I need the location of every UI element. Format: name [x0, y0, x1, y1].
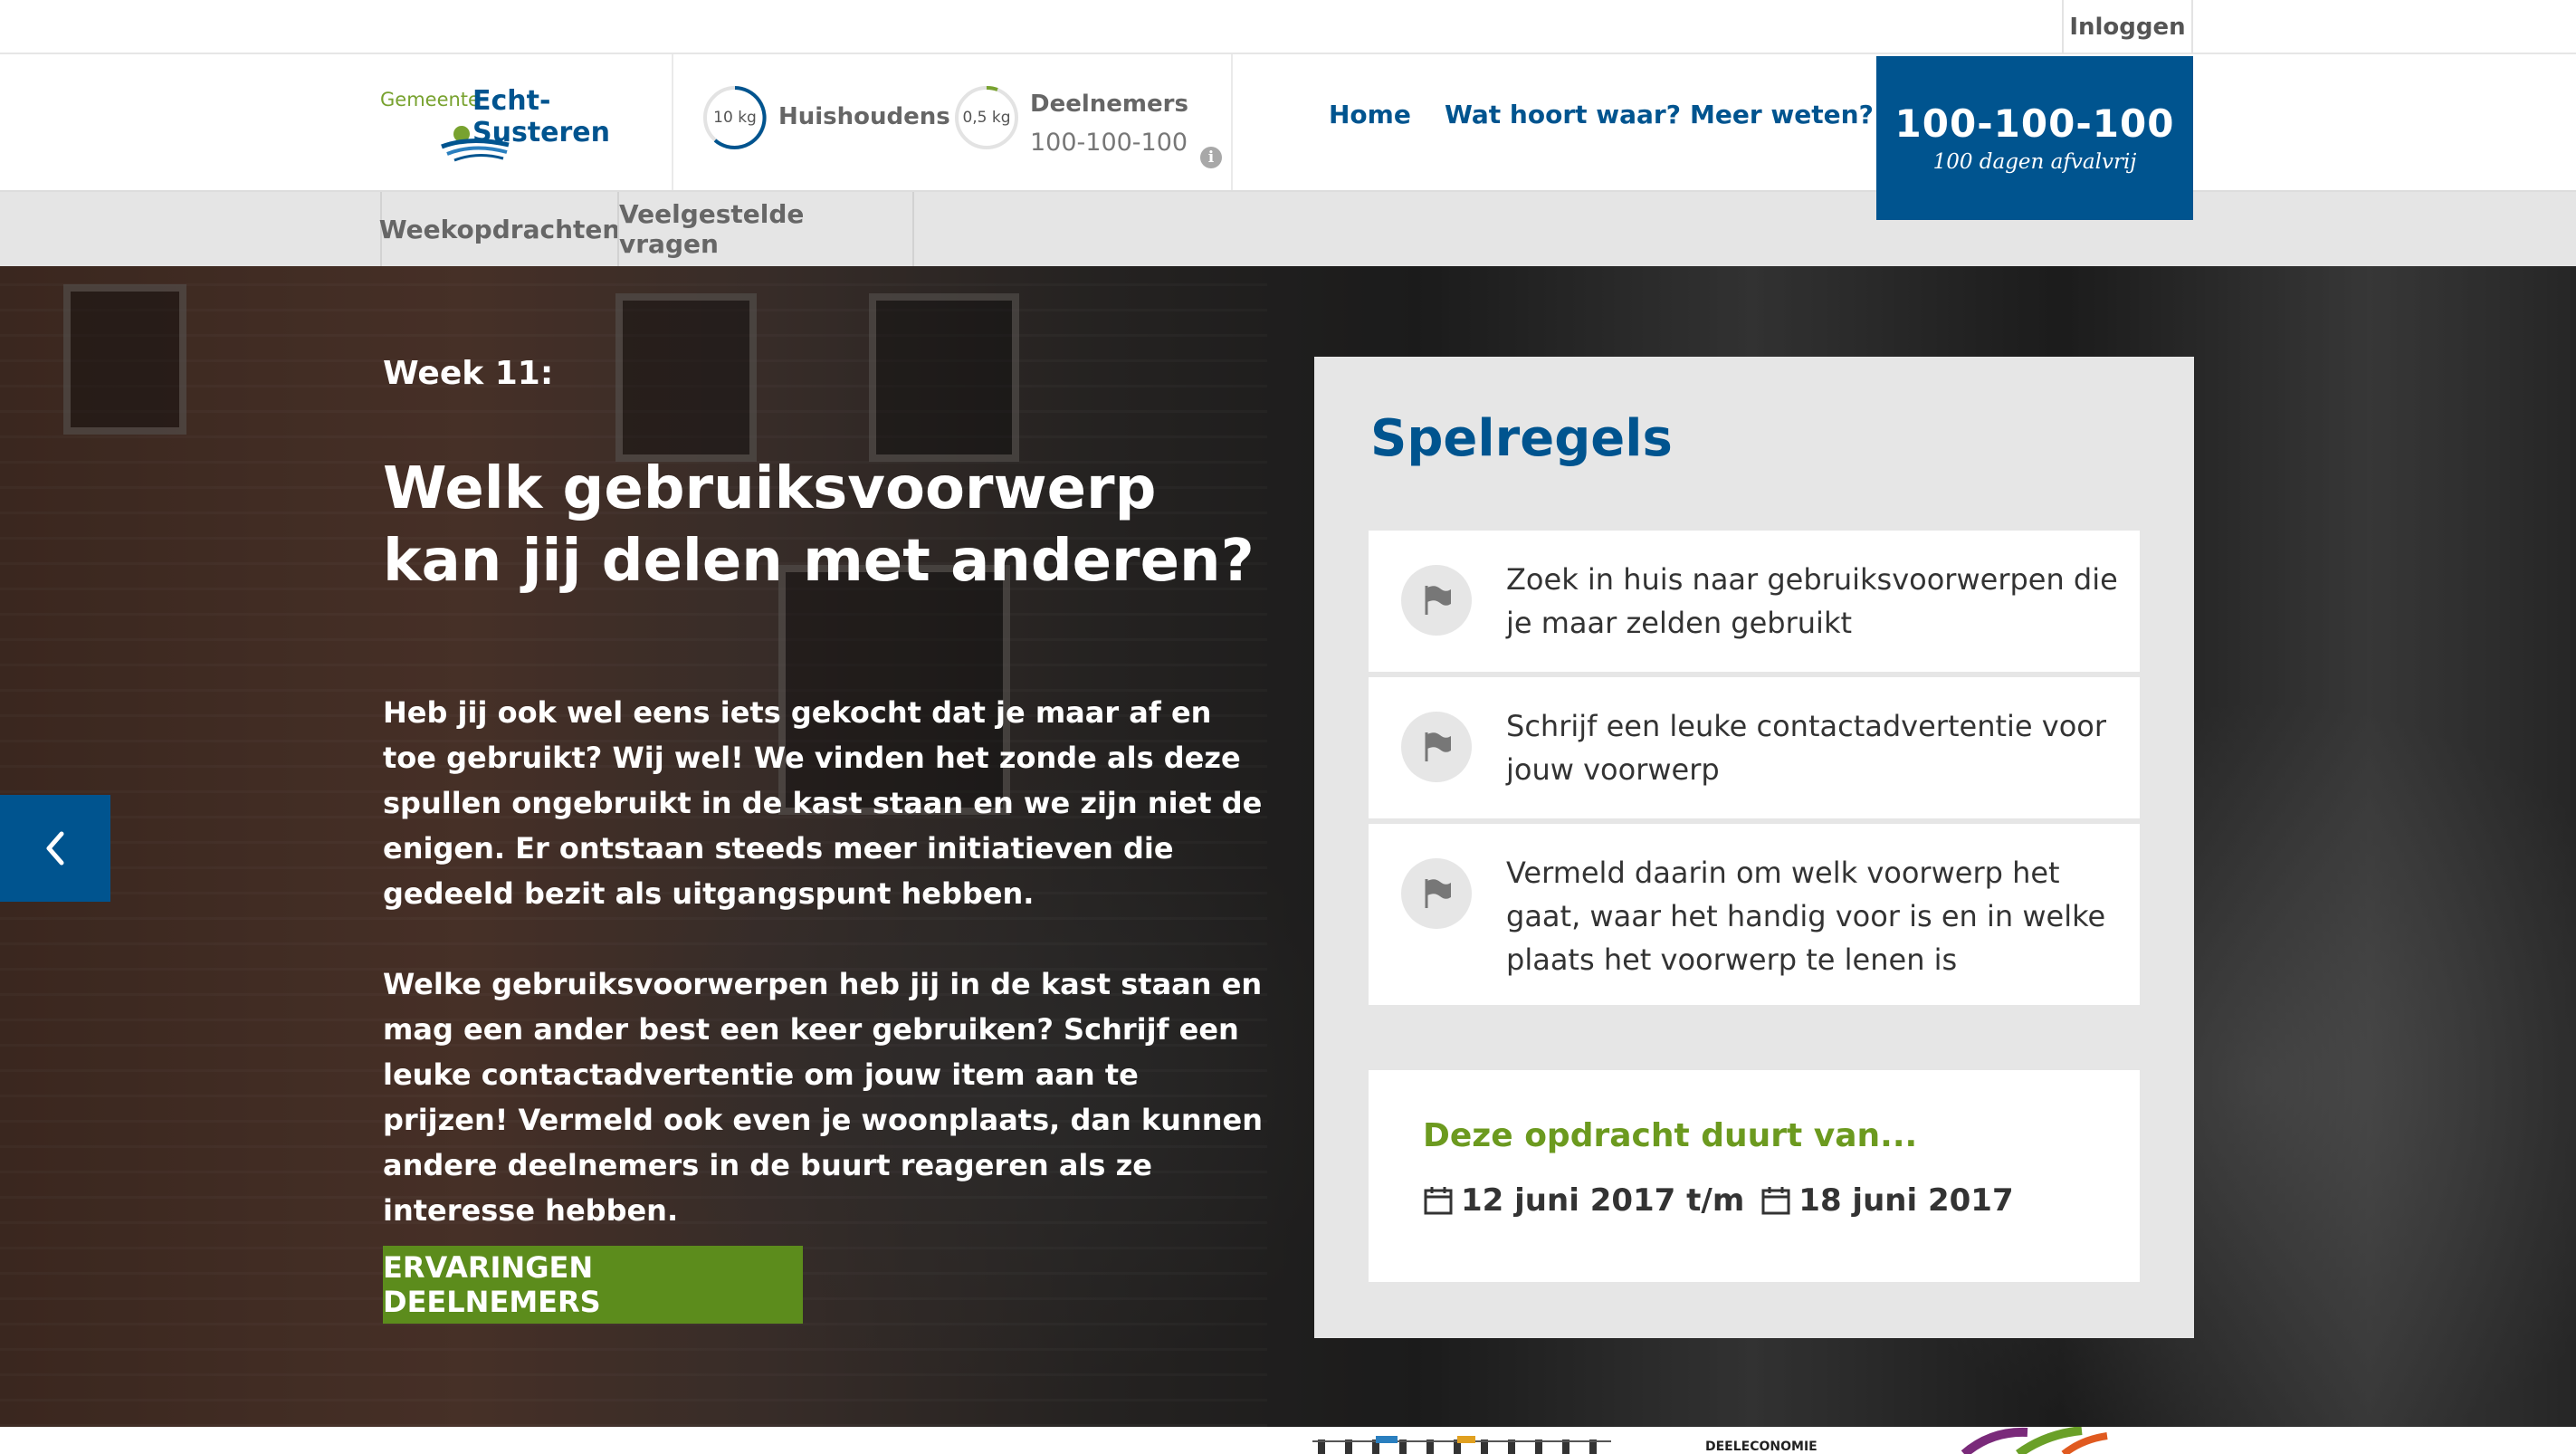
nav-home[interactable]: Home	[1329, 100, 1411, 129]
rules-title: Spelregels	[1370, 409, 1673, 468]
calendar-icon	[1424, 1187, 1453, 1215]
huishoudens-progress-ring: 10 kg	[702, 85, 768, 150]
flag-icon	[1401, 858, 1472, 929]
flag-icon	[1401, 712, 1472, 782]
deelnemers-sub: 100-100-100	[1030, 129, 1188, 157]
flag-icon	[1401, 565, 1472, 636]
huishoudens-label: Huishoudens	[778, 103, 950, 130]
rule-text: Vermeld daarin om welk voorwerp het gaat…	[1506, 856, 2106, 977]
logo-waves-icon	[441, 126, 510, 162]
previous-slide-button[interactable]	[0, 795, 110, 902]
login-link[interactable]: Inloggen	[2062, 0, 2193, 54]
info-icon[interactable]: i	[1200, 147, 1222, 168]
campaign-brand-box[interactable]: 100-100-100 100 dagen afvalvrij	[1876, 56, 2193, 220]
rules-panel: Spelregels Zoek in huis naar gebruiksvoo…	[1314, 357, 2194, 1338]
assignment-title: Welk gebruiksvoorwerp kan jij delen met …	[383, 455, 1255, 595]
brand-subtitle: 100 dagen afvalvrij	[1932, 150, 2137, 174]
start-date: 12 juni 2017 t/m	[1461, 1182, 1745, 1219]
rule-item: Zoek in huis naar gebruiksvoorwerpen die…	[1369, 531, 2140, 672]
ervaringen-deelnemers-button[interactable]: ERVARINGEN DEELNEMERS	[383, 1246, 803, 1324]
deelnemers-label: Deelnemers	[1030, 91, 1188, 118]
header-divider	[1231, 54, 1233, 190]
footer-partial-text: DEELECONOMIE	[1705, 1440, 1818, 1454]
municipality-logo[interactable]: Gemeente Echt-Susteren	[380, 85, 652, 168]
end-date: 18 juni 2017	[1798, 1182, 2014, 1219]
chevron-left-icon	[46, 831, 64, 866]
header-divider	[672, 54, 673, 190]
rule-text: Zoek in huis naar gebruiksvoorwerpen die…	[1506, 562, 2118, 640]
subnav-weekopdrachten[interactable]: Weekopdrachten	[379, 192, 620, 266]
duration-box: Deze opdracht duurt van... 12 juni 2017 …	[1369, 1070, 2140, 1282]
nav-meer-weten[interactable]: Meer weten?	[1690, 100, 1874, 129]
rule-item: Schrijf een leuke contactadvertentie voo…	[1369, 677, 2140, 818]
people-chain-icon	[1312, 1436, 1611, 1454]
hands-logo-icon	[1961, 1427, 2108, 1454]
footer-strip	[0, 1427, 2576, 1454]
deelnemers-progress-ring: 0,5 kg	[954, 85, 1019, 150]
instruction-paragraph: Welke gebruiksvoorwerpen heb jij in de k…	[383, 967, 1263, 1228]
calendar-icon	[1761, 1187, 1790, 1215]
logo-small-text: Gemeente	[380, 89, 480, 110]
deelnemers-ring-value: 0,5 kg	[962, 109, 1011, 127]
date-range: 12 juni 2017 t/m 18 juni 2017	[1423, 1182, 2014, 1219]
rule-item: Vermeld daarin om welk voorwerp het gaat…	[1369, 824, 2140, 1005]
intro-paragraph: Heb jij ook wel eens iets gekocht dat je…	[383, 695, 1263, 911]
nav-wat-hoort-waar[interactable]: Wat hoort waar?	[1445, 100, 1681, 129]
subnav-veelgestelde-vragen[interactable]: Veelgestelde vragen	[617, 192, 914, 266]
duration-title: Deze opdracht duurt van...	[1423, 1117, 1918, 1154]
top-bar: Inloggen	[0, 0, 2576, 54]
huishoudens-ring-value: 10 kg	[713, 109, 757, 127]
week-label: Week 11:	[383, 355, 554, 392]
brand-title: 100-100-100	[1894, 101, 2175, 146]
rule-text: Schrijf een leuke contactadvertentie voo…	[1506, 709, 2107, 787]
